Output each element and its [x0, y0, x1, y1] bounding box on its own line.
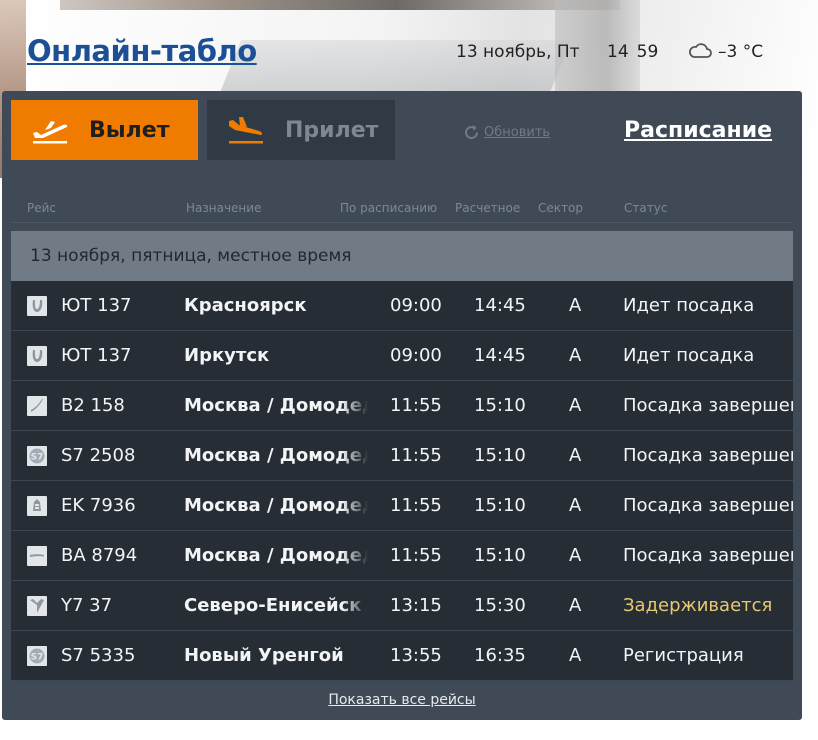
ba-logo-icon: [27, 546, 47, 566]
divider: [11, 222, 793, 223]
flight-destination: Москва / Домодедово: [184, 481, 368, 530]
column-header-destination: Назначение: [186, 201, 262, 215]
show-all-flights-link[interactable]: Показать все рейсы: [2, 692, 802, 708]
flight-status: Посадка завершена: [623, 495, 793, 516]
flight-row[interactable]: S7 S7 5335 Новый Уренгой 13:55 16:35 A Р…: [11, 631, 793, 681]
svg-text:S7: S7: [31, 653, 44, 663]
column-header-estimated: Расчетное: [455, 201, 521, 215]
page-title[interactable]: Онлайн-табло: [27, 34, 257, 68]
flight-number: S7 2508: [61, 445, 136, 466]
estimated-time: 15:10: [474, 395, 526, 416]
flight-row[interactable]: EK 7936 Москва / Домодедово 11:55 15:10 …: [11, 481, 793, 531]
flight-row[interactable]: BA 8794 Москва / Домодедово 11:55 15:10 …: [11, 531, 793, 581]
flight-status: Регистрация: [623, 645, 744, 666]
tab-departure-label: Вылет: [89, 117, 170, 143]
tab-arrival[interactable]: Прилет: [207, 100, 395, 160]
flight-sector: A: [569, 445, 582, 466]
estimated-time: 15:10: [474, 445, 526, 466]
flight-number: B2 158: [61, 395, 125, 416]
flight-sector: A: [569, 545, 582, 566]
column-header-scheduled: По расписанию: [340, 201, 438, 215]
scheduled-time: 11:55: [390, 495, 442, 516]
scheduled-time: 11:55: [390, 395, 442, 416]
flight-number: ЮТ 137: [61, 345, 132, 366]
flight-status: Посадка завершена: [623, 445, 793, 466]
flight-row[interactable]: Y7 37 Северо-Енисейск 13:15 15:30 A Заде…: [11, 581, 793, 631]
column-header-flight: Рейс: [27, 201, 57, 215]
table-header: Рейс Назначение По расписанию Расчетное …: [2, 201, 802, 221]
flight-destination: Иркутск: [184, 331, 368, 380]
refresh-button[interactable]: Обновить: [463, 124, 550, 141]
scheduled-time: 09:00: [390, 345, 442, 366]
utair-logo-icon: [27, 296, 47, 316]
plane-landing-icon: [229, 117, 263, 144]
flight-sector: A: [569, 295, 582, 316]
flight-sector: A: [569, 595, 582, 616]
flight-status: Посадка завершена: [623, 545, 793, 566]
scheduled-time: 11:55: [390, 545, 442, 566]
flight-sector: A: [569, 345, 582, 366]
refresh-label: Обновить: [484, 125, 551, 140]
estimated-time: 15:30: [474, 595, 526, 616]
date-group-header: 13 ноября, пятница, местное время: [11, 231, 793, 281]
s7-logo-icon: S7: [27, 446, 47, 466]
s7-logo-icon: S7: [27, 646, 47, 666]
utair-logo-icon: [27, 346, 47, 366]
time-hours: 14: [607, 42, 629, 62]
y7-logo-icon: [27, 596, 47, 616]
flight-status: Посадка завершена: [623, 395, 793, 416]
flight-row[interactable]: ЮТ 137 Иркутск 09:00 14:45 A Идет посадк…: [11, 331, 793, 381]
estimated-time: 14:45: [474, 345, 526, 366]
flight-number: EK 7936: [61, 495, 136, 516]
flight-number: Y7 37: [61, 595, 113, 616]
schedule-link[interactable]: Расписание: [624, 118, 772, 143]
flight-status: Задерживается: [623, 595, 773, 616]
tab-departure[interactable]: Вылет: [11, 100, 198, 160]
flight-sector: A: [569, 495, 582, 516]
emirates-logo-icon: [27, 496, 47, 516]
current-time: 14 59: [607, 42, 658, 62]
estimated-time: 14:45: [474, 295, 526, 316]
flight-status: Идет посадка: [623, 295, 755, 316]
refresh-icon: [465, 125, 478, 139]
temperature: –3 °C: [718, 42, 764, 62]
scheduled-time: 13:55: [390, 645, 442, 666]
flight-number: BA 8794: [61, 545, 138, 566]
flight-status: Идет посадка: [623, 345, 755, 366]
flight-destination: Новый Уренгой: [184, 631, 368, 680]
flight-sector: A: [569, 395, 582, 416]
current-date: 13 ноябрь, Пт: [456, 42, 580, 62]
flight-list: ЮТ 137 Красноярск 09:00 14:45 A Идет пос…: [11, 281, 793, 681]
flight-destination: Красноярск: [184, 281, 368, 330]
flight-row[interactable]: ЮТ 137 Красноярск 09:00 14:45 A Идет пос…: [11, 281, 793, 331]
flight-row[interactable]: S7 S7 2508 Москва / Домодедово 11:55 15:…: [11, 431, 793, 481]
flight-destination: Москва / Домодедово: [184, 531, 368, 580]
flight-number: S7 5335: [61, 645, 136, 666]
b2-logo-icon: [27, 396, 47, 416]
scheduled-time: 11:55: [390, 445, 442, 466]
estimated-time: 15:10: [474, 545, 526, 566]
time-minutes: 59: [636, 42, 659, 62]
flight-destination: Северо-Енисейск: [184, 581, 368, 630]
column-header-sector: Сектор: [538, 201, 583, 215]
column-header-status: Статус: [624, 201, 668, 215]
tab-arrival-label: Прилет: [285, 117, 379, 143]
plane-takeoff-icon: [33, 121, 68, 144]
flight-row[interactable]: B2 158 Москва / Домодедово 11:55 15:10 A…: [11, 381, 793, 431]
flight-destination: Москва / Домодедово: [184, 431, 368, 480]
estimated-time: 15:10: [474, 495, 526, 516]
flight-board: Вылет Прилет Обновить Расписание Рейс На…: [2, 91, 802, 720]
scheduled-time: 09:00: [390, 295, 442, 316]
svg-text:S7: S7: [31, 453, 44, 463]
estimated-time: 16:35: [474, 645, 526, 666]
scheduled-time: 13:15: [390, 595, 442, 616]
flight-sector: A: [569, 645, 582, 666]
cloud-icon: [689, 43, 712, 58]
flight-destination: Москва / Домодедово: [184, 381, 368, 430]
flight-number: ЮТ 137: [61, 295, 132, 316]
